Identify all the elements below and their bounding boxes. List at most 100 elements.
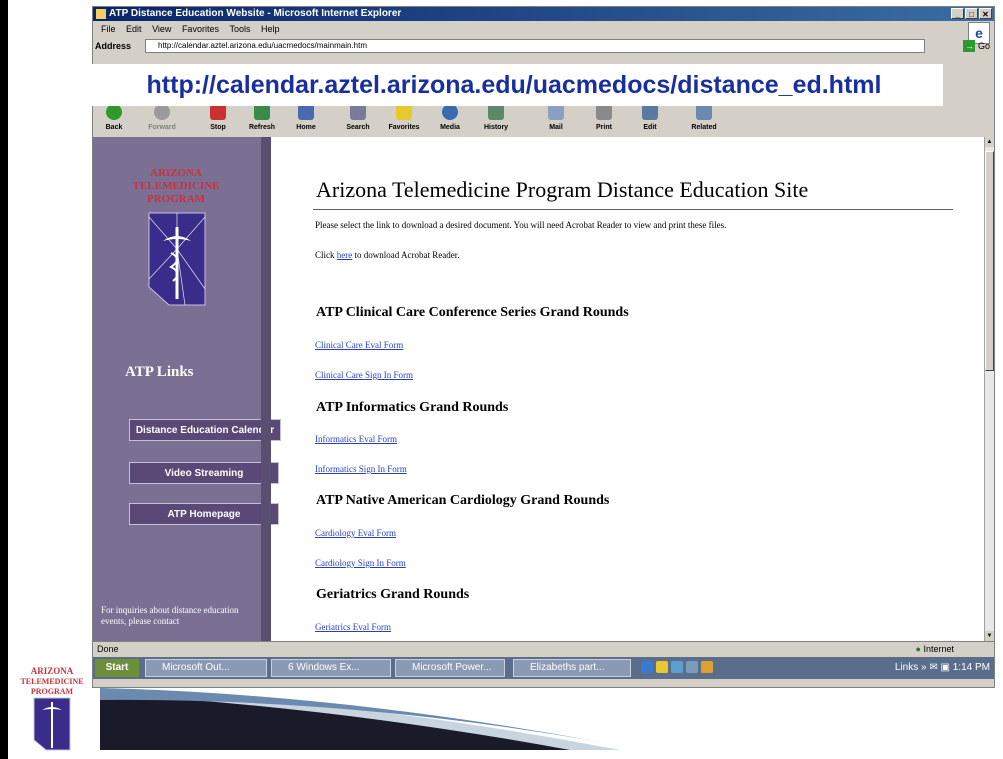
cardiology-signin-link[interactable]: Cardiology Sign In Form — [315, 558, 406, 568]
tray-icons: ✉ ▣ — [929, 662, 950, 673]
go-button[interactable]: → Go — [963, 39, 990, 53]
atp-links-heading: ATP Links — [125, 364, 194, 380]
url-caption: http://calendar.aztel.arizona.edu/uacmed… — [85, 64, 943, 106]
cardiology-eval-link[interactable]: Cardiology Eval Form — [315, 528, 396, 538]
cardiology-heading: ATP Native American Cardiology Grand Rou… — [316, 493, 610, 508]
atp-logo[interactable]: ARIZONA TELEMEDICINE PROGRAM — [111, 167, 241, 206]
quicklaunch-folder-icon[interactable] — [656, 661, 668, 673]
informatics-signin-link[interactable]: Informatics Sign In Form — [315, 464, 407, 474]
slide-atp-logo-icon: ARIZONA TELEMEDICINE PROGRAM — [20, 666, 84, 751]
stop-button[interactable]: Stop — [197, 101, 239, 137]
distance-education-calendar-button[interactable]: Distance Education Calendar — [129, 419, 281, 441]
taskbar-windows-explorer[interactable]: 6 Windows Ex... — [271, 659, 391, 677]
scroll-down-arrow-icon[interactable]: ▼ — [985, 631, 994, 641]
menu-tools[interactable]: Tools — [229, 24, 250, 34]
address-label: Address — [95, 41, 132, 51]
related-icon — [696, 104, 712, 120]
geriatrics-eval-link[interactable]: Geriatrics Eval Form — [315, 622, 391, 632]
status-bar: Done ● Internet — [93, 641, 994, 656]
refresh-icon — [254, 104, 270, 120]
back-button[interactable]: Back — [93, 101, 135, 137]
quicklaunch-desktop-icon[interactable] — [671, 661, 683, 673]
informatics-heading: ATP Informatics Grand Rounds — [316, 400, 509, 415]
atp-homepage-button[interactable]: ATP Homepage — [129, 503, 279, 525]
print-icon — [596, 104, 612, 120]
intro-text: Please select the link to download a des… — [315, 220, 727, 230]
sidebar: ARIZONA TELEMEDICINE PROGRAM ATP Links D… — [93, 137, 281, 641]
quicklaunch-app-icon[interactable] — [686, 661, 698, 673]
search-button[interactable]: Search — [337, 101, 379, 137]
close-button[interactable]: ✕ — [979, 8, 992, 19]
refresh-button[interactable]: Refresh — [241, 101, 283, 137]
address-input[interactable]: http://calendar.aztel.arizona.edu/uacmed… — [145, 39, 925, 53]
page-title: Arizona Telemedicine Program Distance Ed… — [316, 177, 809, 202]
forward-arrow-icon — [154, 104, 170, 120]
start-button[interactable]: Start — [95, 659, 139, 677]
go-arrow-icon: → — [963, 40, 976, 52]
history-button[interactable]: History — [475, 101, 517, 137]
taskbar-elizabeths[interactable]: Elizabeths part... — [513, 659, 631, 677]
sidebar-divider — [261, 137, 271, 641]
title-divider — [313, 209, 953, 210]
standard-toolbar: Back Forward Stop Refresh Home Search Fa… — [93, 101, 994, 137]
scroll-up-arrow-icon[interactable]: ▲ — [985, 137, 994, 147]
window-controls: _ □ ✕ — [950, 8, 992, 22]
menu-view[interactable]: View — [152, 24, 171, 34]
minimize-button[interactable]: _ — [951, 8, 964, 19]
mail-button[interactable]: Mail — [535, 101, 577, 137]
svg-text:PROGRAM: PROGRAM — [31, 687, 74, 696]
forward-button[interactable]: Forward — [141, 101, 183, 137]
links-label[interactable]: Links — [895, 662, 918, 673]
acrobat-line: Click here to download Acrobat Reader. — [315, 250, 460, 260]
system-tray: Links » ✉ ▣ 1:14 PM — [894, 662, 990, 673]
geriatrics-heading: Geriatrics Grand Rounds — [316, 587, 470, 602]
menu-favorites[interactable]: Favorites — [182, 24, 219, 34]
search-icon — [350, 104, 366, 120]
media-icon — [442, 104, 458, 120]
menu-help[interactable]: Help — [261, 24, 280, 34]
quicklaunch-media-icon[interactable] — [701, 661, 713, 673]
go-label: Go — [977, 41, 990, 51]
menu-bar: File Edit View Favorites Tools Help — [93, 22, 994, 36]
internet-zone-icon: ● — [915, 644, 921, 654]
clinical-care-signin-link[interactable]: Clinical Care Sign In Form — [315, 370, 413, 380]
media-button[interactable]: Media — [429, 101, 471, 137]
edit-button[interactable]: Edit — [629, 101, 671, 137]
quick-launch — [641, 661, 716, 681]
maximize-button[interactable]: □ — [965, 8, 978, 19]
browser-window: ATP Distance Education Website - Microso… — [92, 6, 995, 688]
favorites-button[interactable]: Favorites — [383, 101, 425, 137]
scrollbar-thumb[interactable] — [985, 151, 994, 371]
clock: 1:14 PM — [952, 662, 990, 673]
vertical-scrollbar[interactable]: ▲ ▼ — [984, 137, 994, 641]
slide-swoosh-decoration — [100, 688, 620, 750]
informatics-eval-link[interactable]: Informatics Eval Form — [315, 434, 397, 444]
clinical-care-heading: ATP Clinical Care Conference Series Gran… — [316, 305, 629, 320]
taskbar-powerpoint[interactable]: Microsoft Power... — [395, 659, 505, 677]
menu-file[interactable]: File — [101, 24, 116, 34]
page-viewport: ARIZONA TELEMEDICINE PROGRAM ATP Links D… — [93, 137, 985, 641]
main-content: Arizona Telemedicine Program Distance Ed… — [313, 137, 963, 641]
print-button[interactable]: Print — [583, 101, 625, 137]
title-bar: ATP Distance Education Website - Microso… — [93, 7, 994, 21]
acrobat-here-link[interactable]: here — [337, 250, 353, 260]
sidebar-contact-text: For inquiries about distance education e… — [101, 605, 239, 626]
taskbar-outlook[interactable]: Microsoft Out... — [145, 659, 267, 677]
clinical-care-eval-link[interactable]: Clinical Care Eval Form — [315, 340, 403, 350]
slide-left-border — [0, 0, 8, 759]
related-button[interactable]: Related — [683, 101, 725, 137]
stop-icon — [210, 104, 226, 120]
history-icon — [488, 104, 504, 120]
quicklaunch-ie-icon[interactable] — [641, 661, 653, 673]
security-zone: ● Internet — [915, 644, 954, 654]
back-arrow-icon — [106, 104, 122, 120]
address-bar: Address http://calendar.aztel.arizona.ed… — [93, 37, 994, 55]
video-streaming-button[interactable]: Video Streaming — [129, 462, 279, 484]
ie-window-icon — [96, 9, 106, 19]
svg-text:TELEMEDICINE: TELEMEDICINE — [20, 677, 83, 686]
menu-edit[interactable]: Edit — [126, 24, 142, 34]
home-icon — [298, 104, 314, 120]
mail-icon — [548, 104, 564, 120]
home-button[interactable]: Home — [285, 101, 327, 137]
windows-taskbar: Start Microsoft Out... 6 Windows Ex... M… — [93, 657, 994, 679]
